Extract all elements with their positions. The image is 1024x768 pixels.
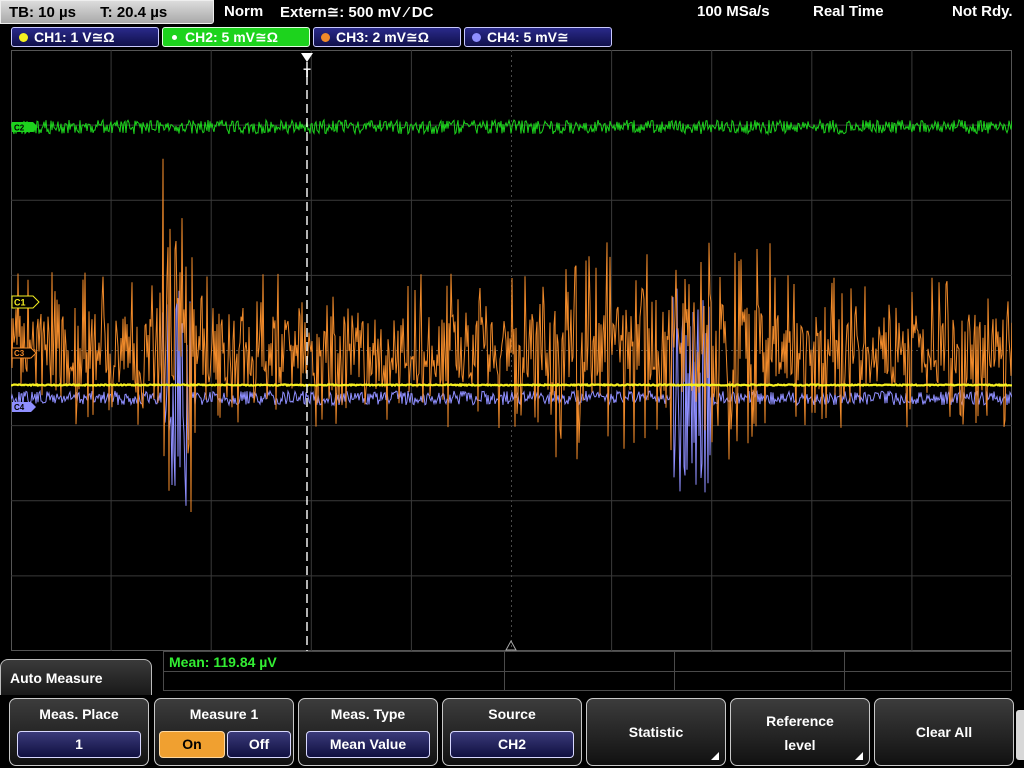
meas-type-label: Meas. Type xyxy=(330,706,406,722)
clear-all-button[interactable]: Clear All xyxy=(874,698,1014,766)
traces xyxy=(11,118,1012,513)
timebase-box[interactable]: TB: 10 µs T: 20.4 µs xyxy=(0,0,214,24)
trigger-mode[interactable]: Norm xyxy=(224,3,263,20)
clear-all-label: Clear All xyxy=(915,724,973,740)
svg-text:C1: C1 xyxy=(14,298,26,308)
channel-tabs: CH1: 1 V≅Ω CH2: 5 mV≅Ω CH3: 2 mV≅Ω CH4: … xyxy=(0,25,1024,49)
reference-level-label-1: Reference xyxy=(766,713,834,729)
tab-ch4-label: CH4: 5 mV≅ xyxy=(487,29,569,45)
side-menu-handle[interactable] xyxy=(1016,710,1024,760)
waveform-display[interactable]: T C2 C1 C3 C4 xyxy=(11,50,1012,651)
mean-measurement-readout: Mean: 119.84 µV xyxy=(169,654,277,670)
acquisition-mode: Real Time xyxy=(813,3,884,20)
trigger-marker-label: T xyxy=(303,66,311,80)
measure1-on-toggle[interactable]: On xyxy=(159,731,225,758)
reference-level-button[interactable]: Reference level xyxy=(730,698,870,766)
meas-type-button[interactable]: Meas. Type Mean Value xyxy=(298,698,438,766)
ch1-trace xyxy=(11,382,1012,388)
tab-ch1-label: CH1: 1 V≅Ω xyxy=(34,29,115,45)
meas-cell-3 xyxy=(674,651,845,672)
ch2-color-dot-icon xyxy=(170,33,179,42)
timebase-value: TB: 10 µs xyxy=(9,4,76,21)
ch1-offset-marker: C1 xyxy=(11,295,40,309)
tab-ch3[interactable]: CH3: 2 mV≅Ω xyxy=(313,27,461,47)
measure1-label: Measure 1 xyxy=(189,706,259,722)
meas-cell-7 xyxy=(674,671,845,691)
tab-ch3-label: CH3: 2 mV≅Ω xyxy=(336,29,429,45)
meas-cell-8 xyxy=(844,671,1012,691)
measurement-strip: Mean: 119.84 µV xyxy=(163,651,1012,691)
source-value[interactable]: CH2 xyxy=(450,731,574,758)
tab-ch2-label: CH2: 5 mV≅Ω xyxy=(185,29,278,45)
meas-cell-4 xyxy=(844,651,1012,672)
measure1-off-toggle[interactable]: Off xyxy=(227,731,291,758)
menu-title: Auto Measure xyxy=(0,659,152,699)
trigger-position-value: T: 20.4 µs xyxy=(100,4,168,21)
meas-place-label: Meas. Place xyxy=(39,706,119,722)
meas-place-button[interactable]: Meas. Place 1 xyxy=(9,698,149,766)
submenu-corner-icon xyxy=(855,752,863,760)
reference-level-label-2: level xyxy=(784,737,816,753)
ready-state: Not Rdy. xyxy=(952,3,1013,20)
statistic-button[interactable]: Statistic xyxy=(586,698,726,766)
meas-type-value[interactable]: Mean Value xyxy=(306,731,430,758)
meas-cell-6 xyxy=(504,671,675,691)
sample-rate: 100 MSa/s xyxy=(697,3,770,20)
statistic-label: Statistic xyxy=(628,724,684,740)
svg-text:C3: C3 xyxy=(14,349,25,358)
trigger-source[interactable]: Extern≅: 500 mV ⁄ DC xyxy=(280,3,433,21)
ch3-offset-marker: C3 xyxy=(11,347,37,359)
ch1-color-dot-icon xyxy=(19,33,28,42)
tab-ch2[interactable]: CH2: 5 mV≅Ω xyxy=(162,27,310,47)
waveform-canvas: T C2 C1 C3 C4 xyxy=(11,50,1012,651)
svg-text:C2: C2 xyxy=(14,124,25,133)
meas-cell-5 xyxy=(163,671,505,691)
submenu-corner-icon xyxy=(711,752,719,760)
source-label: Source xyxy=(488,706,536,722)
menu-title-label: Auto Measure xyxy=(10,670,103,686)
ch4-color-dot-icon xyxy=(472,33,481,42)
source-button[interactable]: Source CH2 xyxy=(442,698,582,766)
ch4-offset-marker: C4 xyxy=(12,402,36,412)
ch3-color-dot-icon xyxy=(321,33,330,42)
tab-ch4[interactable]: CH4: 5 mV≅ xyxy=(464,27,612,47)
status-bar: TB: 10 µs T: 20.4 µs Norm Extern≅: 500 m… xyxy=(0,0,1024,25)
svg-text:C4: C4 xyxy=(14,403,25,412)
tab-ch1[interactable]: CH1: 1 V≅Ω xyxy=(11,27,159,47)
meas-cell-2 xyxy=(504,651,675,672)
meas-place-value[interactable]: 1 xyxy=(17,731,141,758)
measure1-button[interactable]: Measure 1 On Off xyxy=(154,698,294,766)
ch2-trace xyxy=(11,118,1012,136)
